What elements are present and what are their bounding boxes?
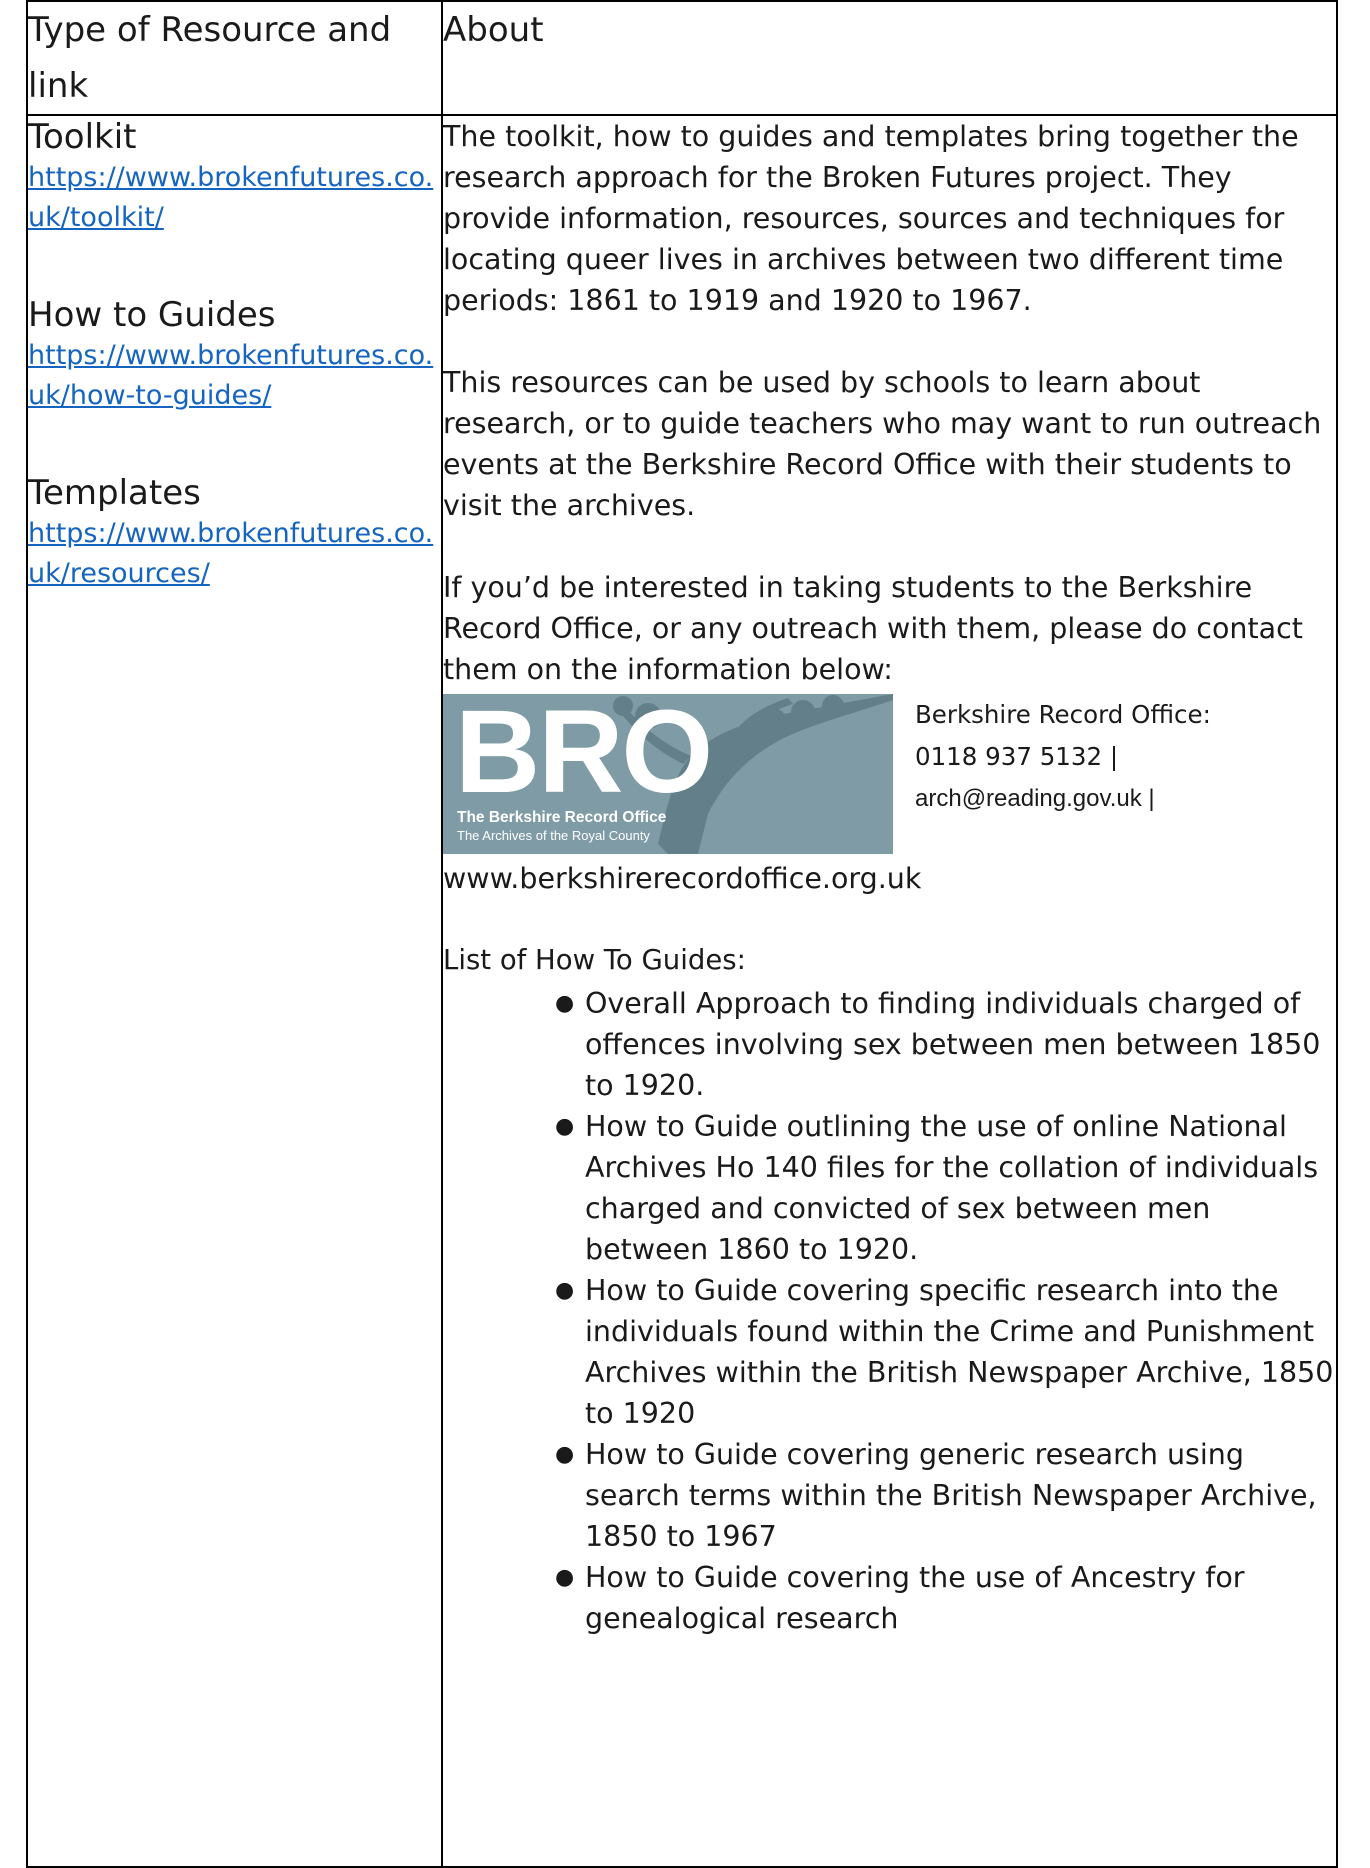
bro-logo-line-1: The Berkshire Record Office — [457, 809, 667, 826]
resource-title: How to Guides — [28, 295, 276, 335]
list-item: ● How to Guide covering generic research … — [555, 1434, 1336, 1557]
resource-item-toolkit: Toolkit https://www.brokenfutures.co.uk/… — [28, 116, 441, 238]
resource-title: Toolkit — [28, 117, 137, 157]
about-paragraph-1: The toolkit, how to guides and templates… — [443, 120, 1299, 317]
bro-website[interactable]: www.berkshirerecordoffice.org.uk — [443, 858, 1336, 899]
bullet-icon: ● — [555, 1278, 575, 1303]
list-item: ● How to Guide outlining the use of onlin… — [555, 1106, 1336, 1270]
guide-text: How to Guide covering specific research … — [585, 1274, 1334, 1430]
bro-phone: 0118 937 5132 | — [915, 742, 1119, 771]
guides-list-title: List of How To Guides: — [443, 944, 746, 976]
toolkit-link[interactable]: https://www.brokenfutures.co.uk/toolkit/ — [28, 158, 441, 238]
resource-item-how-to-guides: How to Guides https://www.brokenfutures.… — [28, 294, 441, 416]
header-type-of-resource: Type of Resource and link — [26, 0, 443, 116]
table-header-row: Type of Resource and link About — [26, 0, 1338, 116]
bullet-icon: ● — [555, 991, 575, 1016]
table-row: Toolkit https://www.brokenfutures.co.uk/… — [26, 114, 1338, 1868]
templates-link[interactable]: https://www.brokenfutures.co.uk/resource… — [28, 514, 441, 594]
guide-text: How to Guide covering generic research u… — [585, 1438, 1317, 1553]
bullet-icon: ● — [555, 1114, 575, 1139]
list-item: ● How to Guide covering specific research… — [555, 1270, 1336, 1434]
bro-logo-letters: BRO — [455, 694, 711, 818]
about-paragraph-2: This resources can be used by schools to… — [443, 366, 1322, 522]
resource-item-templates: Templates https://www.brokenfutures.co.u… — [28, 472, 441, 594]
bro-name: Berkshire Record Office: — [915, 700, 1211, 729]
header-about: About — [441, 0, 1338, 116]
resource-list-cell: Toolkit https://www.brokenfutures.co.uk/… — [26, 114, 443, 1868]
bro-contact-block: BRO The Berkshire Record Office The Arch… — [443, 686, 1336, 854]
bro-logo-image: BRO The Berkshire Record Office The Arch… — [443, 686, 893, 854]
guide-text: How to Guide covering the use of Ancestr… — [585, 1561, 1245, 1635]
how-to-guides-link[interactable]: https://www.brokenfutures.co.uk/how-to-g… — [28, 336, 441, 416]
list-item: ● Overall Approach to finding individuals… — [555, 983, 1336, 1106]
guide-text: How to Guide outlining the use of online… — [585, 1110, 1319, 1266]
bullet-icon: ● — [555, 1442, 575, 1467]
resource-title: Templates — [28, 473, 201, 513]
guides-list: ● Overall Approach to finding individuals… — [443, 983, 1336, 1639]
resources-table: Type of Resource and link About Toolkit … — [26, 0, 1338, 1868]
about-cell: The toolkit, how to guides and templates… — [441, 114, 1338, 1868]
bro-contact-details: Berkshire Record Office: 0118 937 5132 |… — [893, 694, 1211, 820]
bro-logo: BRO The Berkshire Record Office The Arch… — [443, 686, 893, 854]
bullet-icon: ● — [555, 1565, 575, 1590]
bro-email[interactable]: arch@reading.gov.uk | — [915, 778, 1211, 820]
bro-logo-line-2: The Archives of the Royal County — [457, 828, 650, 843]
list-item: ● How to Guide covering the use of Ancest… — [555, 1557, 1336, 1639]
guide-text: Overall Approach to finding individuals … — [585, 987, 1321, 1102]
about-paragraph-3: If you’d be interested in taking student… — [443, 571, 1303, 686]
